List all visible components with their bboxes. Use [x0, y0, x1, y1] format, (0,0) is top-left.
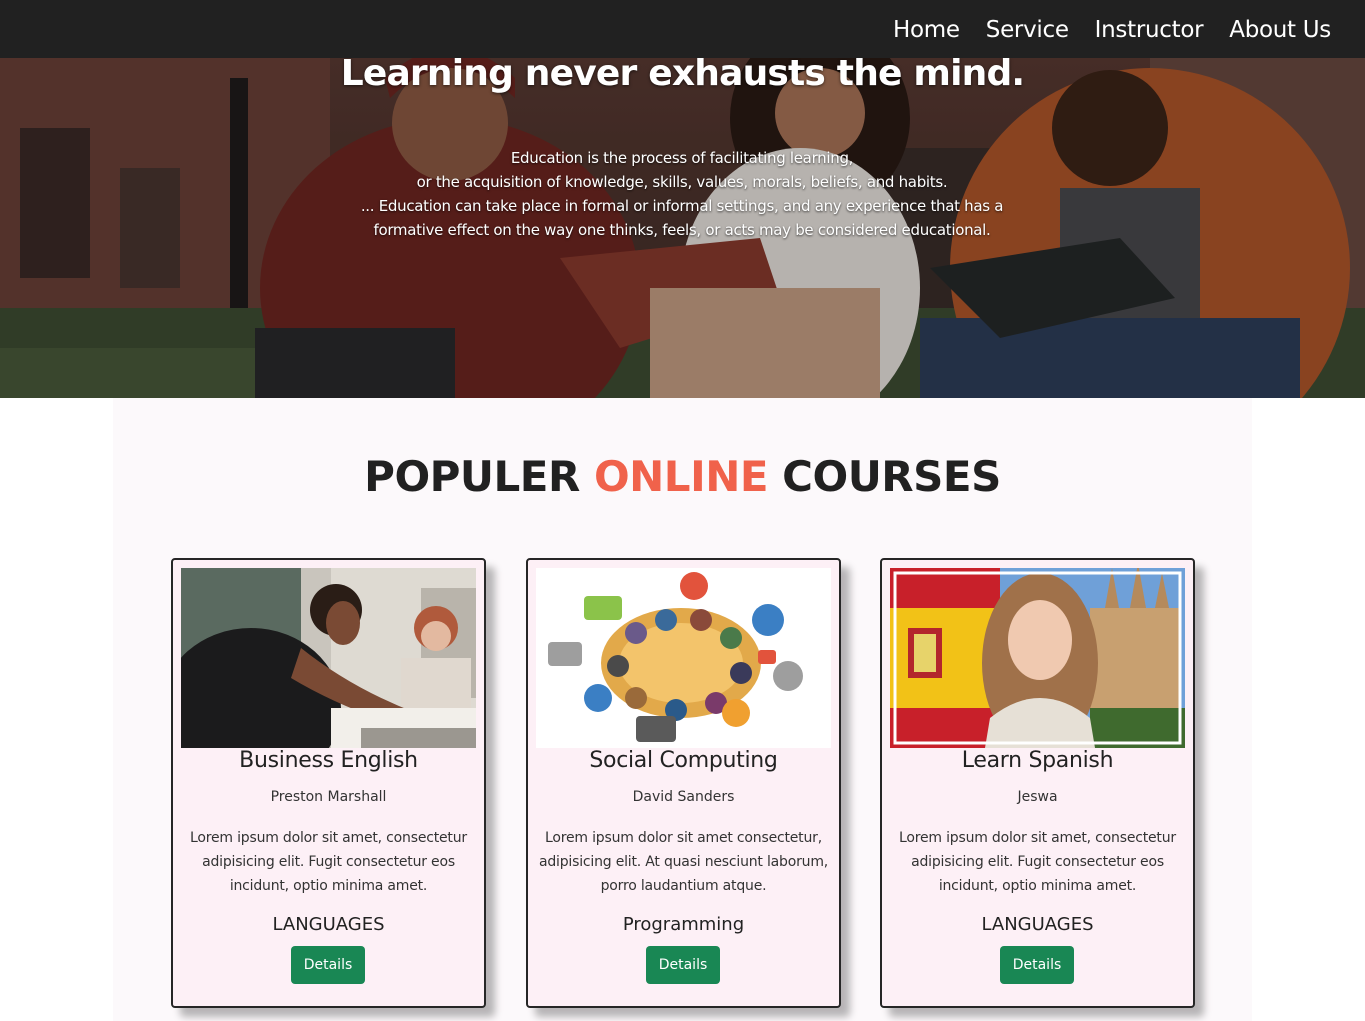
course-card-learn-spanish: Learn Spanish Jeswa Lorem ipsum dolor si…: [880, 558, 1195, 1008]
hero-banner: Learning never exhausts the mind. Educat…: [0, 58, 1365, 398]
details-button[interactable]: Details: [291, 946, 365, 984]
course-card-social-computing: Social Computing David Sanders Lorem ips…: [526, 558, 841, 1008]
nav-links: Home Service Instructor About Us: [893, 14, 1331, 46]
course-instructor: Preston Marshall: [270, 789, 387, 805]
hero-title: Learning never exhausts the mind.: [340, 58, 1025, 94]
course-title: Learn Spanish: [961, 748, 1114, 773]
course-instructor: David Sanders: [632, 789, 735, 805]
course-instructor: Jeswa: [1017, 789, 1058, 805]
course-category: LANGUAGES: [981, 914, 1094, 935]
course-description: Lorem ipsum dolor sit amet, consectetur …: [899, 830, 1176, 894]
navbar: Home Service Instructor About Us: [0, 0, 1365, 58]
hero-description: Education is the process of facilitating…: [332, 146, 1032, 242]
nav-instructor-link[interactable]: Instructor: [1095, 14, 1204, 46]
nav-service-link[interactable]: Service: [986, 14, 1069, 46]
nav-about-us-link[interactable]: About Us: [1229, 14, 1331, 46]
course-image-spanish: [890, 568, 1185, 748]
course-card-business-english: Business English Preston Marshall Lorem …: [171, 558, 486, 1008]
popular-courses-section: POPULER ONLINE COURSES Business English …: [113, 398, 1252, 1021]
course-title: Business English: [239, 748, 418, 773]
section-title-part1: POPULER: [364, 452, 594, 501]
course-description: Lorem ipsum dolor sit amet consectetur, …: [538, 830, 829, 894]
course-image-students-studying: [181, 568, 476, 748]
spanish-flag-teacher-image: [890, 568, 1185, 748]
hero-description-line: ... Education can take place in formal o…: [360, 197, 1004, 215]
details-button[interactable]: Details: [1000, 946, 1074, 984]
details-button[interactable]: Details: [646, 946, 720, 984]
hero-description-line: or the acquisition of knowledge, skills,…: [416, 173, 948, 191]
course-category: Programming: [622, 914, 745, 935]
students-studying-image: [181, 568, 476, 748]
course-category: LANGUAGES: [272, 914, 385, 935]
nav-home-link[interactable]: Home: [893, 14, 960, 46]
course-title: Social Computing: [589, 748, 778, 773]
social-computing-illustration: [536, 568, 831, 748]
section-title-accent: ONLINE: [593, 452, 769, 501]
hero-description-line: Education is the process of facilitating…: [510, 149, 854, 167]
hero-description-line: formative effect on the way one thinks, …: [373, 221, 991, 239]
section-title-part2: COURSES: [768, 452, 1001, 501]
course-description: Lorem ipsum dolor sit amet, consectetur …: [190, 830, 467, 894]
course-image-social-computing: [536, 568, 831, 748]
section-title: POPULER ONLINE COURSES: [113, 452, 1252, 501]
